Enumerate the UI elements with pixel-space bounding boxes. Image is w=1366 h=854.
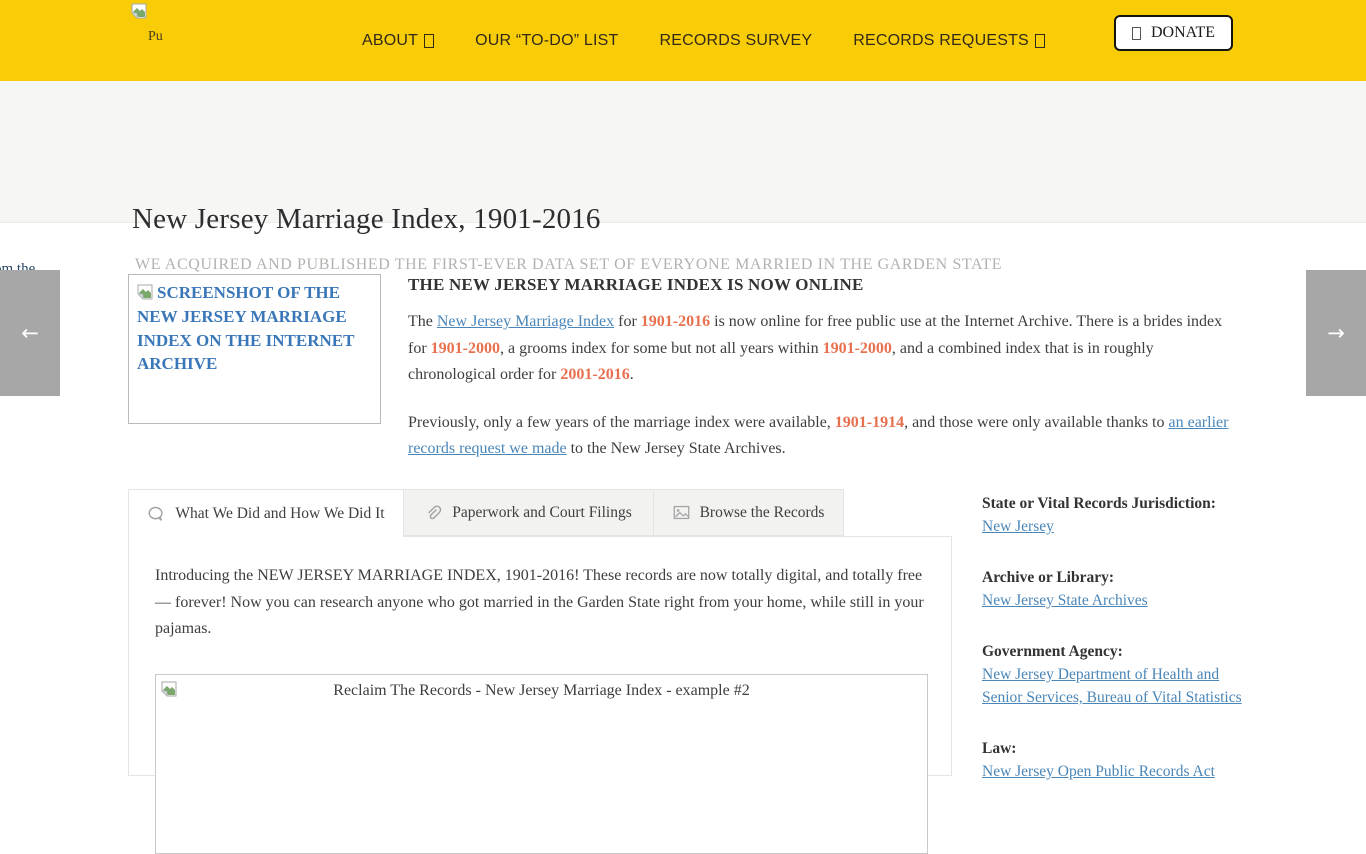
sidebar-label: Archive or Library: [982,566,1244,589]
comment-icon [147,505,165,523]
sidebar-group-law: Law: New Jersey Open Public Records Act [982,737,1244,783]
article-heading: THE NEW JERSEY MARRIAGE INDEX IS NOW ONL… [408,275,1242,295]
article-paragraph: The New Jersey Marriage Index for 1901-2… [408,309,1242,389]
site-header: Pu ABOUT OUR “TO-DO” LIST RECORDS SURVEY… [0,0,1366,81]
sidebar-link-open-public-records-act[interactable]: New Jersey Open Public Records Act [982,763,1215,780]
text-segment: The [408,313,437,330]
heart-icon-missing-glyph [1132,27,1141,40]
sidebar-group-agency: Government Agency: New Jersey Department… [982,640,1244,709]
article-paragraph: Previously, only a few years of the marr… [408,410,1242,463]
carousel-prev-button[interactable]: ← [0,270,60,396]
text-segment: 1901-2000 [823,340,892,357]
broken-image-icon [131,3,147,24]
donate-label: DONATE [1151,24,1215,42]
nav-label: RECORDS REQUESTS [853,32,1029,50]
text-segment: 1901-2016 [641,313,710,330]
text-segment: 1901-2000 [431,340,500,357]
tab-browse-records[interactable]: Browse the Records [654,489,844,536]
tab-label: What We Did and How We Did It [175,505,384,523]
text-segment: for [614,313,641,330]
nav-item-records-requests[interactable]: RECORDS REQUESTS [853,32,1045,50]
text-segment: 2001-2016 [560,366,629,383]
nav-label: RECORDS SURVEY [659,32,812,50]
sidebar-group-archive: Archive or Library: New Jersey State Arc… [982,566,1244,612]
sidebar-link-health-department[interactable]: New Jersey Department of Health and Seni… [982,666,1242,706]
nav-label: ABOUT [362,32,418,50]
tab-intro-paragraph: Introducing the NEW JERSEY MARRIAGE INDE… [155,563,927,643]
article-intro: THE NEW JERSEY MARRIAGE INDEX IS NOW ONL… [408,275,1242,463]
featured-image-alt-text: SCREENSHOT OF THE NEW JERSEY MARRIAGE IN… [137,283,354,373]
inline-link[interactable]: New Jersey Marriage Index [437,313,614,330]
text-segment: , a grooms index for some but not all ye… [500,340,823,357]
page-title: New Jersey Marriage Index, 1901-2016 [132,203,601,236]
text-segment: 1901-1914 [835,414,904,431]
broken-image-icon [137,284,153,305]
page-subtitle: WE ACQUIRED AND PUBLISHED THE FIRST-EVER… [135,256,1002,274]
nav-label: OUR “TO-DO” LIST [475,32,618,50]
sidebar-label: Law: [982,737,1244,760]
carousel-next-button[interactable]: → [1306,270,1366,396]
tab-paperwork-court-filings[interactable]: Paperwork and Court Filings [404,489,654,536]
text-segment: . [630,366,634,383]
sidebar-label: Government Agency: [982,640,1244,663]
featured-image-placeholder[interactable]: SCREENSHOT OF THE NEW JERSEY MARRIAGE IN… [128,274,381,424]
tab-label: Browse the Records [700,504,825,522]
text-segment: to the New Jersey State Archives. [567,440,786,457]
nav-item-about[interactable]: ABOUT [362,32,434,50]
left-arrow-icon: ← [21,321,39,345]
sidebar-link-state-archives[interactable]: New Jersey State Archives [982,592,1148,609]
sidebar-label: State or Vital Records Jurisdiction: [982,492,1244,515]
dropdown-indicator-missing-glyph [424,34,434,48]
image-icon [673,504,690,521]
tab-panel: Introducing the NEW JERSEY MARRIAGE INDE… [128,536,952,776]
donate-button[interactable]: DONATE [1114,15,1233,51]
tab-what-we-did[interactable]: What We Did and How We Did It [128,489,404,537]
nav-item-records-survey[interactable]: RECORDS SURVEY [659,32,812,50]
nav-item-todo-list[interactable]: OUR “TO-DO” LIST [475,32,618,50]
site-logo[interactable]: Pu [131,3,221,24]
main-nav: ABOUT OUR “TO-DO” LIST RECORDS SURVEY RE… [362,0,1045,81]
sidebar-link-new-jersey[interactable]: New Jersey [982,518,1054,535]
text-segment: , and those were only available thanks t… [904,414,1168,431]
record-info-sidebar: State or Vital Records Jurisdiction: New… [982,492,1244,811]
page-title-band: New Jersey Marriage Index, 1901-2016 WE … [0,81,1366,223]
text-segment: Previously, only a few years of the marr… [408,414,835,431]
tab-bar: What We Did and How We Did It Paperwork … [128,489,844,537]
tab-label: Paperwork and Court Filings [452,504,632,522]
sidebar-group-jurisdiction: State or Vital Records Jurisdiction: New… [982,492,1244,538]
dropdown-indicator-missing-glyph [1035,34,1045,48]
example-image-placeholder: Reclaim The Records - New Jersey Marriag… [155,674,928,854]
right-arrow-icon: → [1327,321,1345,345]
paperclip-icon [425,504,442,521]
broken-image-icon [161,681,177,702]
example-image-alt-text: Reclaim The Records - New Jersey Marriag… [156,675,927,700]
logo-alt-text: Pu [148,29,163,45]
